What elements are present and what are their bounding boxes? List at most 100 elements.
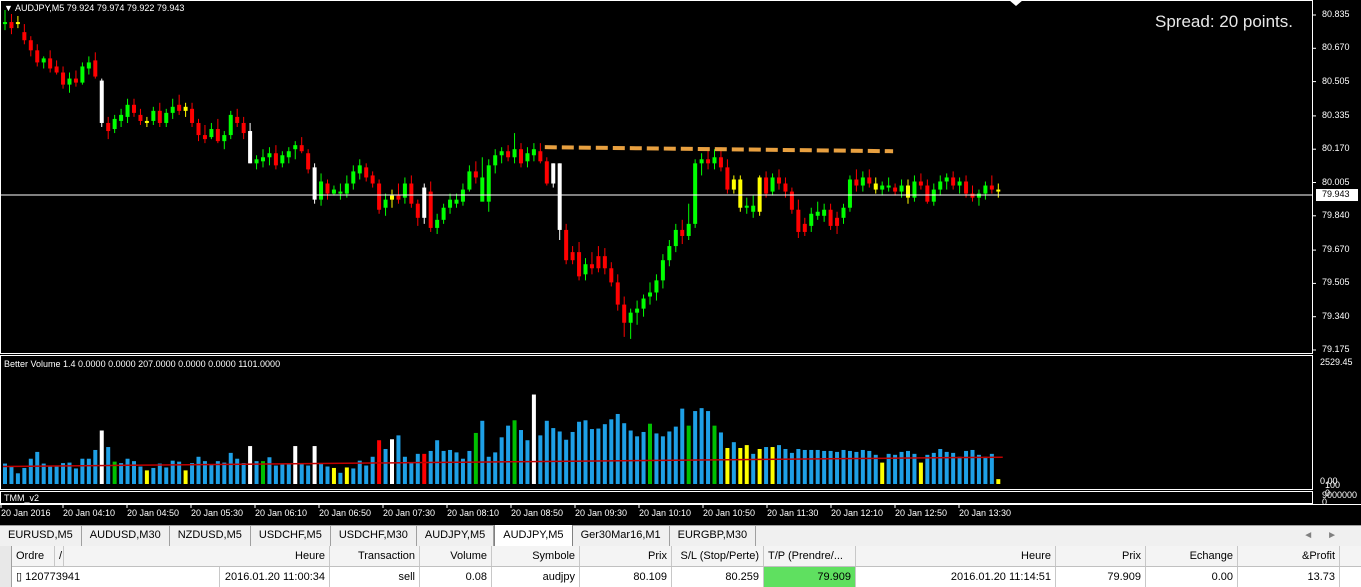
symbol-tabs: EURUSD,M5 AUDUSD,M30 NZDUSD,M5 USDCHF,M5 USD… (0, 525, 757, 546)
column-header[interactable]: Prix (1056, 546, 1146, 566)
candle-body (847, 179, 852, 208)
chart-header: ▼ AUDJPY,M5 79.924 79.974 79.922 79.943 (4, 3, 184, 13)
candle-body (731, 179, 736, 190)
table-cell: 2016.01.20 11:00:34 (220, 567, 330, 587)
candle-body (725, 167, 730, 190)
volume-bar (744, 445, 749, 484)
volume-bar (138, 466, 143, 484)
volume-bar (99, 430, 104, 484)
volume-bar (809, 449, 814, 484)
volume-bar (428, 450, 433, 484)
candle-body (809, 213, 814, 226)
table-cell: sell (330, 567, 420, 587)
candle-body (964, 181, 969, 194)
candle-body (976, 193, 981, 198)
x-axis-label: 20 Jan 04:50 (127, 508, 180, 518)
candle-body (67, 78, 72, 85)
toolbox-sidebar[interactable] (0, 546, 12, 587)
candle-body (267, 153, 272, 158)
volume-bar (970, 449, 975, 484)
candle-body (61, 72, 66, 85)
column-header[interactable]: S/L (Stop/Perte) (672, 546, 764, 566)
candle-body (499, 151, 504, 156)
column-header[interactable]: Volume (420, 546, 492, 566)
candle-body (383, 199, 388, 208)
candle-body (718, 157, 723, 168)
candle-body (970, 193, 975, 198)
column-header[interactable]: Prix (580, 546, 672, 566)
column-header[interactable]: Heure (856, 546, 1056, 566)
candle-body (170, 106, 175, 113)
tab-nzdusd-m5[interactable]: NZDUSD,M5 (170, 526, 251, 546)
tab-usdchf-m30[interactable]: USDCHF,M30 (331, 526, 417, 546)
x-axis-label: 20 Jan 07:30 (383, 508, 436, 518)
candle-body (628, 312, 633, 323)
candle-body (712, 157, 717, 164)
candle-body (835, 217, 840, 226)
volume-bar (338, 472, 343, 484)
volume-bar (306, 465, 311, 484)
chevron-left-icon[interactable]: ◄ (1303, 530, 1327, 541)
volume-bar (557, 431, 562, 484)
tab-eurgbp-m30[interactable]: EURGBP,M30 (670, 526, 757, 546)
column-header[interactable]: Heure (64, 546, 330, 566)
candle-body (783, 183, 788, 192)
tab-usdchf-m5[interactable]: USDCHF,M5 (251, 526, 331, 546)
tab-scroll-arrows[interactable]: ◄► (1303, 526, 1351, 545)
candle-body (738, 179, 743, 208)
volume-bar (835, 451, 840, 484)
volume-bar (312, 446, 317, 484)
candle-body (951, 177, 956, 186)
candle-body (860, 177, 865, 186)
candle-body (622, 304, 627, 323)
candle-body (744, 205, 749, 208)
volume-bar (996, 479, 1001, 484)
volume-bar (693, 411, 698, 484)
candle-body (454, 199, 459, 204)
column-header[interactable]: Symbole (492, 546, 580, 566)
chart-area[interactable] (0, 0, 1361, 525)
column-header[interactable]: Transaction (330, 546, 420, 566)
candle-body (286, 151, 291, 158)
candle-body (931, 189, 936, 202)
volume-bar (583, 420, 588, 484)
y-axis-label: 80.170 (1322, 143, 1350, 154)
column-header[interactable]: Ordre (12, 546, 55, 566)
tab-eurusd-m5[interactable]: EURUSD,M5 (0, 526, 82, 546)
volume-bar (73, 468, 78, 484)
table-cell: 79.909 (1056, 567, 1146, 587)
candle-body (248, 131, 253, 164)
candle-body (35, 50, 40, 63)
volume-bar (654, 433, 659, 484)
volume-bar (499, 437, 504, 484)
volume-bar (770, 447, 775, 484)
spread-label: Spread: 20 points. (1155, 12, 1293, 31)
chart-menu-icon[interactable]: ▼ (4, 3, 13, 13)
table-cell: ▯ 120773941 (12, 567, 220, 587)
column-header[interactable]: / (55, 546, 64, 566)
candle-body (557, 163, 562, 230)
candle-body (151, 110, 156, 121)
volume-bar (519, 430, 523, 484)
column-header[interactable]: T/P (Prendre/... (764, 546, 856, 566)
y-axis-label: 79.670 (1322, 244, 1350, 255)
column-header[interactable]: &Profit (1238, 546, 1340, 566)
volume-bar (293, 446, 298, 484)
candle-body (364, 167, 369, 178)
tab-audusd-m30[interactable]: AUDUSD,M30 (82, 526, 170, 546)
candle-body (157, 110, 162, 123)
y-axis-label: 80.005 (1322, 176, 1350, 187)
volume-bar (957, 456, 962, 484)
table-cell: 79.909 (764, 567, 856, 587)
volume-bar (873, 454, 878, 484)
column-header[interactable]: Echange (1146, 546, 1238, 566)
volume-bar (602, 424, 607, 484)
tab-ger30mar16-m1[interactable]: Ger30Mar16,M1 (573, 526, 670, 546)
candle-body (899, 185, 904, 192)
table-row[interactable]: ▯ 120773941 2016.01.20 11:00:34 sell 0.08 au… (0, 567, 1361, 587)
tab-audjpy-m5[interactable]: AUDJPY,M5 (417, 526, 495, 546)
chevron-right-icon[interactable]: ► (1327, 530, 1351, 541)
table-cell: 0.00 (1146, 567, 1238, 587)
tab-audjpy-m5[interactable]: AUDJPY,M5 (494, 525, 573, 546)
volume-bar (944, 451, 949, 484)
